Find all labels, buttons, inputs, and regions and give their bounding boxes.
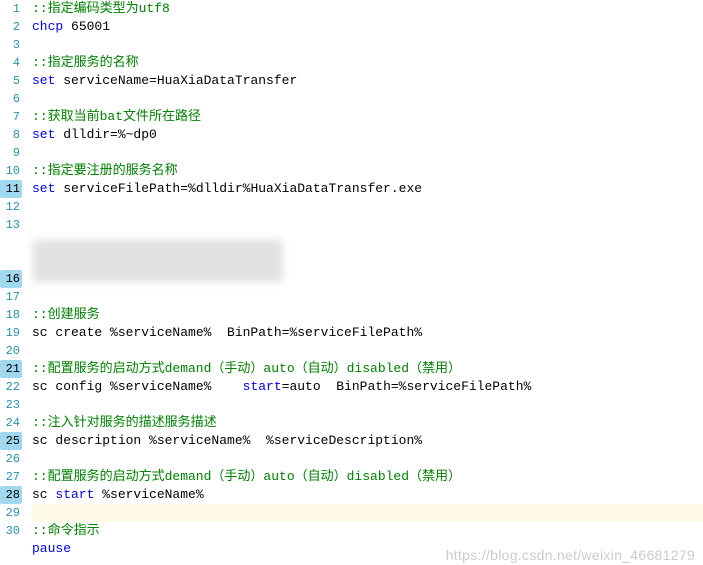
line-number: 6: [0, 90, 20, 108]
line-number: 30: [0, 522, 20, 540]
line-number: 1: [0, 0, 20, 18]
line-number: 4: [0, 54, 20, 72]
comment: ::命令指示: [32, 523, 100, 538]
line-number: 13: [0, 216, 20, 234]
line-number: 24: [0, 414, 20, 432]
code-line: [32, 198, 703, 216]
line-number: 28: [0, 486, 22, 504]
code-line: ::命令指示: [32, 522, 703, 540]
code-line: ::获取当前bat文件所在路径: [32, 108, 703, 126]
line-number: 19: [0, 324, 20, 342]
code-line: [32, 144, 703, 162]
code-line: chcp 65001: [32, 18, 703, 36]
line-number: 12: [0, 198, 20, 216]
keyword: chcp: [32, 19, 63, 34]
line-number: [0, 252, 20, 270]
line-number: 16: [0, 270, 22, 288]
keyword: set: [32, 73, 55, 88]
line-number: 22: [0, 378, 20, 396]
keyword: set: [32, 181, 55, 196]
code-line: [32, 216, 703, 234]
line-gutter: 1 2 3 4 5 6 7 8 9 10 11 12 13 16 17 18 1…: [0, 0, 24, 565]
code-line: set dlldir=%~dp0: [32, 126, 703, 144]
line-number: 18: [0, 306, 20, 324]
code-line: sc start %serviceName%: [32, 486, 703, 504]
code-line: set serviceName=HuaXiaDataTransfer: [32, 72, 703, 90]
code-line: set serviceFilePath=%dlldir%HuaXiaDataTr…: [32, 180, 703, 198]
code-text: sc create %serviceName% BinPath=%service…: [32, 325, 422, 340]
keyword: start: [243, 379, 282, 394]
code-line: ::配置服务的启动方式demand（手动）auto（自动）disabled（禁用…: [32, 360, 703, 378]
line-number: 25: [0, 432, 22, 450]
code-editor: 1 2 3 4 5 6 7 8 9 10 11 12 13 16 17 18 1…: [0, 0, 703, 565]
code-line: ::创建服务: [32, 306, 703, 324]
code-line: [32, 36, 703, 54]
code-line: [32, 396, 703, 414]
comment: ::创建服务: [32, 307, 100, 322]
line-number: 20: [0, 342, 20, 360]
line-number: 26: [0, 450, 20, 468]
keyword: start: [55, 487, 94, 502]
code-text: sc config %serviceName%: [32, 379, 243, 394]
line-number: 7: [0, 108, 20, 126]
code-line: ::指定编码类型为utf8: [32, 0, 703, 18]
line-number: 2: [0, 18, 20, 36]
code-line: sc config %serviceName% start=auto BinPa…: [32, 378, 703, 396]
code-text: sc description %serviceName% %serviceDes…: [32, 433, 422, 448]
comment: ::指定服务的名称: [32, 55, 139, 70]
line-number: 8: [0, 126, 20, 144]
code-text: sc: [32, 487, 55, 502]
keyword: set: [32, 127, 55, 142]
comment: ::获取当前bat文件所在路径: [32, 109, 201, 124]
code-text: serviceName=HuaXiaDataTransfer: [55, 73, 297, 88]
code-text: dlldir=%~dp0: [55, 127, 156, 142]
line-number: 11: [0, 180, 22, 198]
code-line: ::注入针对服务的描述服务描述: [32, 414, 703, 432]
line-number: 9: [0, 144, 20, 162]
comment: ::配置服务的启动方式demand（手动）auto（自动）disabled（禁用…: [32, 361, 461, 376]
line-number: 27: [0, 468, 20, 486]
code-line: [32, 342, 703, 360]
line-number: 23: [0, 396, 20, 414]
code-line: sc description %serviceName% %serviceDes…: [32, 432, 703, 450]
code-line: sc create %serviceName% BinPath=%service…: [32, 324, 703, 342]
line-number: 10: [0, 162, 20, 180]
code-text: serviceFilePath=%dlldir%HuaXiaDataTransf…: [55, 181, 422, 196]
code-area[interactable]: ::指定编码类型为utf8 chcp 65001 ::指定服务的名称 set s…: [24, 0, 703, 565]
code-text: %serviceName%: [94, 487, 203, 502]
code-text: 65001: [63, 19, 110, 34]
line-number: [0, 234, 20, 252]
comment: ::指定要注册的服务名称: [32, 163, 178, 178]
line-number: 5: [0, 72, 20, 90]
line-number: 17: [0, 288, 20, 306]
code-line: ::配置服务的启动方式demand（手动）auto（自动）disabled（禁用…: [32, 468, 703, 486]
code-text: =auto BinPath=%serviceFilePath%: [282, 379, 532, 394]
line-number: 3: [0, 36, 20, 54]
comment: ::配置服务的启动方式demand（手动）auto（自动）disabled（禁用…: [32, 469, 461, 484]
code-line: [32, 450, 703, 468]
code-line: [32, 90, 703, 108]
code-line: [32, 288, 703, 306]
code-line: ::指定要注册的服务名称: [32, 162, 703, 180]
comment: ::注入针对服务的描述服务描述: [32, 415, 217, 430]
keyword: pause: [32, 541, 71, 556]
line-number: 21: [0, 360, 22, 378]
watermark-text: https://blog.csdn.net/weixin_46681279: [446, 547, 695, 563]
line-number: 29: [0, 504, 20, 522]
code-line-current: [32, 504, 703, 522]
blur-overlay: [32, 240, 282, 282]
code-line: ::指定服务的名称: [32, 54, 703, 72]
comment: ::指定编码类型为utf8: [32, 1, 170, 16]
redacted-block: [32, 234, 703, 288]
